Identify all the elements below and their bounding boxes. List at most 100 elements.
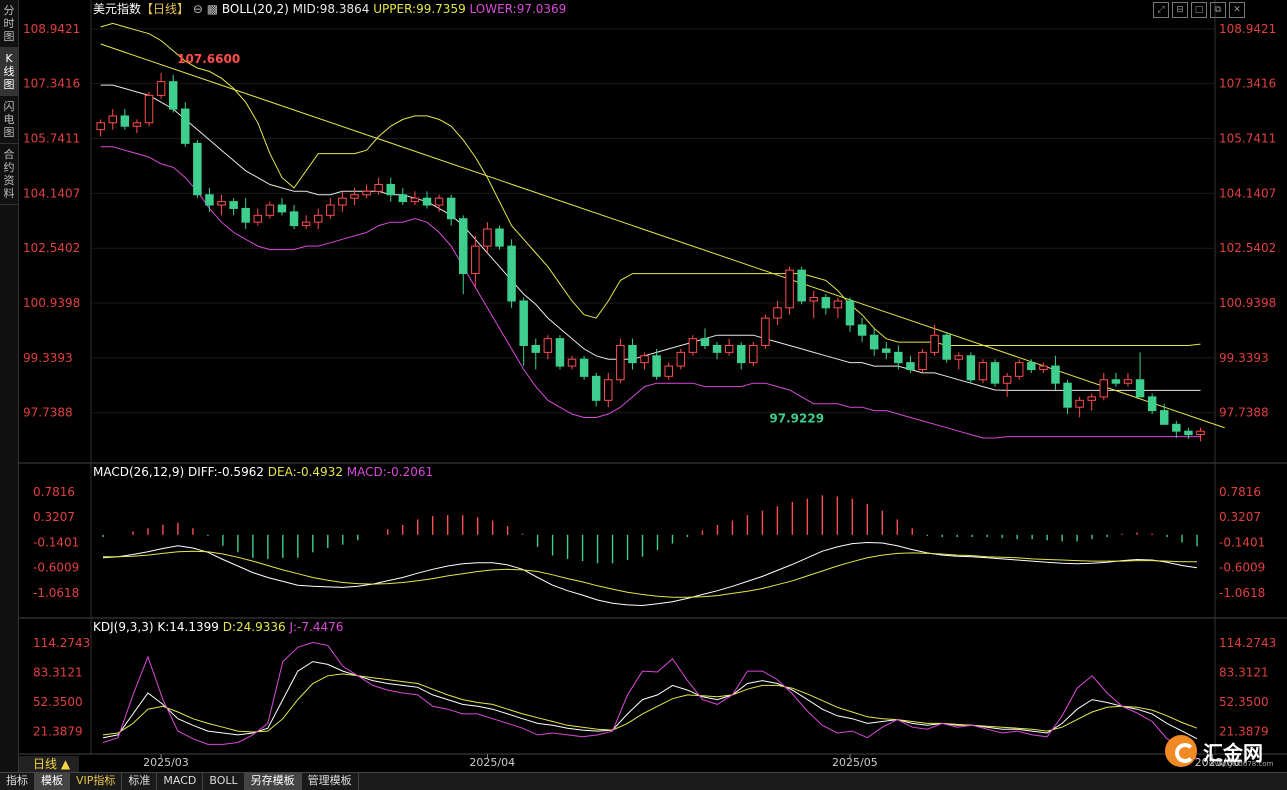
candle-up: [108, 115, 118, 124]
macd-tick-left: -0.6009: [33, 561, 79, 575]
candle-down: [1051, 365, 1060, 384]
candle-up: [604, 379, 613, 401]
candle-down: [1172, 423, 1181, 432]
macd-tick-left: 0.3207: [33, 510, 75, 524]
candle-down: [241, 207, 250, 223]
macd-tick-right: -1.0618: [1219, 586, 1265, 600]
tab-flash-chart[interactable]: 闪 电 图: [0, 96, 18, 144]
candle-down: [942, 334, 951, 360]
date-label: 2025/05: [832, 756, 878, 769]
watermark-url: www.gold678.com: [1209, 760, 1274, 768]
price-tick-right: 102.5402: [1219, 241, 1276, 255]
tab-contract-info[interactable]: 合 约 资 料: [0, 144, 18, 205]
tab-macd[interactable]: MACD: [157, 773, 204, 790]
candle-down: [736, 345, 746, 364]
tab-time-chart[interactable]: 分 时 图: [0, 0, 18, 48]
kdj-tick-left: 52.3500: [33, 695, 83, 709]
tab-save-template[interactable]: 另存模板: [244, 773, 302, 790]
expand-icon[interactable]: ⤢: [1153, 2, 1169, 18]
price-tick-left: 105.7411: [23, 132, 80, 146]
period-label: 日线: [33, 757, 58, 771]
tab-template[interactable]: 模板: [35, 773, 70, 790]
tab-boll[interactable]: BOLL: [203, 773, 245, 790]
price-tick-right: 104.1407: [1219, 186, 1276, 200]
kdj-tick-left: 83.3121: [33, 666, 83, 680]
candle-up: [374, 183, 383, 192]
macd-tick-right: -0.6009: [1219, 561, 1265, 575]
price-tick-right: 97.7388: [1219, 406, 1269, 420]
candle-down: [277, 204, 287, 213]
kdj-tick-left: 21.3879: [33, 725, 83, 739]
tab-manage-template[interactable]: 管理模板: [302, 773, 359, 790]
candle-down: [700, 338, 710, 347]
price-tick-right: 105.7411: [1219, 132, 1276, 146]
macd-diff-line: [102, 541, 1198, 607]
tab-vip-indicator[interactable]: VIP指标: [70, 773, 123, 790]
boll-mid-line: [100, 84, 1201, 391]
period-selector[interactable]: 日线 ▲: [19, 756, 79, 772]
candle-up: [326, 204, 335, 216]
price-tick-left: 108.9421: [23, 22, 80, 36]
candle-up: [1014, 362, 1024, 377]
candle-down: [398, 194, 408, 203]
tab-indicator[interactable]: 指标: [0, 773, 35, 790]
macd-header: MACD(26,12,9) DIFF:-0.5962 DEA:-0.4932 M…: [93, 465, 433, 479]
price-annotation: 107.6600: [177, 52, 240, 66]
candle-down: [628, 345, 637, 364]
candle-down: [1184, 430, 1193, 436]
kdj-tick-left: 114.2743: [33, 636, 90, 650]
boll-lower-line: [100, 146, 1201, 439]
candle-up: [954, 355, 964, 360]
macd-tick-left: 0.7816: [33, 485, 75, 499]
candle-up: [1075, 399, 1084, 408]
candle-up: [471, 245, 480, 275]
candle-up: [1123, 379, 1133, 384]
kline-chart[interactable]: 108.9421 108.9421 107.3416 107.3416 105.7411…: [19, 0, 1287, 772]
candle-up: [265, 204, 275, 216]
candle-down: [289, 211, 299, 227]
candle-down: [1063, 382, 1072, 408]
kdj-k-line: [102, 661, 1198, 740]
candle-up: [543, 338, 553, 353]
candle-up: [930, 334, 939, 353]
macd-tick-right: -0.1401: [1219, 535, 1265, 549]
price-header: 美元指数【日线】 ⊖ ▩ BOLL(20,2) MID:98.3864 UPPE…: [93, 1, 566, 16]
tab-standard[interactable]: 标准: [122, 773, 158, 790]
candle-down: [894, 351, 903, 364]
candle-up: [1196, 430, 1205, 436]
candle-up: [978, 362, 988, 381]
candle-up: [567, 358, 577, 367]
candle-up: [301, 221, 311, 227]
tab-kline-chart[interactable]: K 线 图: [0, 48, 18, 96]
candle-down: [712, 345, 722, 353]
candle-down: [495, 228, 504, 247]
left-view-tabs: 分 时 图 K 线 图 闪 电 图 合 约 资 料: [0, 0, 19, 772]
kdj-header: KDJ(9,3,3) K:14.1399 D:24.9336 J:-7.4476: [93, 620, 343, 634]
candle-up: [313, 214, 323, 223]
candle-down: [193, 142, 202, 196]
price-tick-left: 102.5402: [23, 241, 80, 255]
fullscreen-icon[interactable]: □: [1191, 2, 1207, 18]
candle-up: [253, 214, 263, 223]
kdj-tick-right: 83.3121: [1219, 666, 1269, 680]
restore-icon[interactable]: ⧉: [1210, 2, 1226, 18]
bottom-tab-bar: 指标 模板 VIP指标 标准 MACD BOLL 另存模板 管理模板: [0, 772, 1287, 790]
date-label: 2025/04: [469, 756, 515, 769]
kdj-tick-right: 114.2743: [1219, 636, 1276, 650]
chart-toolbar: ⤢ ⊟ □ ⧉ ✕: [1153, 2, 1245, 18]
candle-up: [144, 94, 154, 124]
candle-up: [1039, 365, 1048, 370]
candle-down: [591, 375, 601, 401]
shrink-icon[interactable]: ⊟: [1172, 2, 1188, 18]
candle-up: [785, 269, 794, 309]
candle-up: [483, 228, 492, 247]
date-label: 2025/03: [143, 756, 189, 769]
candle-down: [906, 362, 915, 370]
candle-down: [386, 183, 395, 196]
candle-down: [531, 345, 541, 353]
candle-down: [181, 108, 190, 144]
candle-up: [350, 194, 359, 199]
close-icon[interactable]: ✕: [1229, 2, 1245, 18]
candle-down: [821, 297, 831, 309]
candle-up: [749, 345, 758, 364]
